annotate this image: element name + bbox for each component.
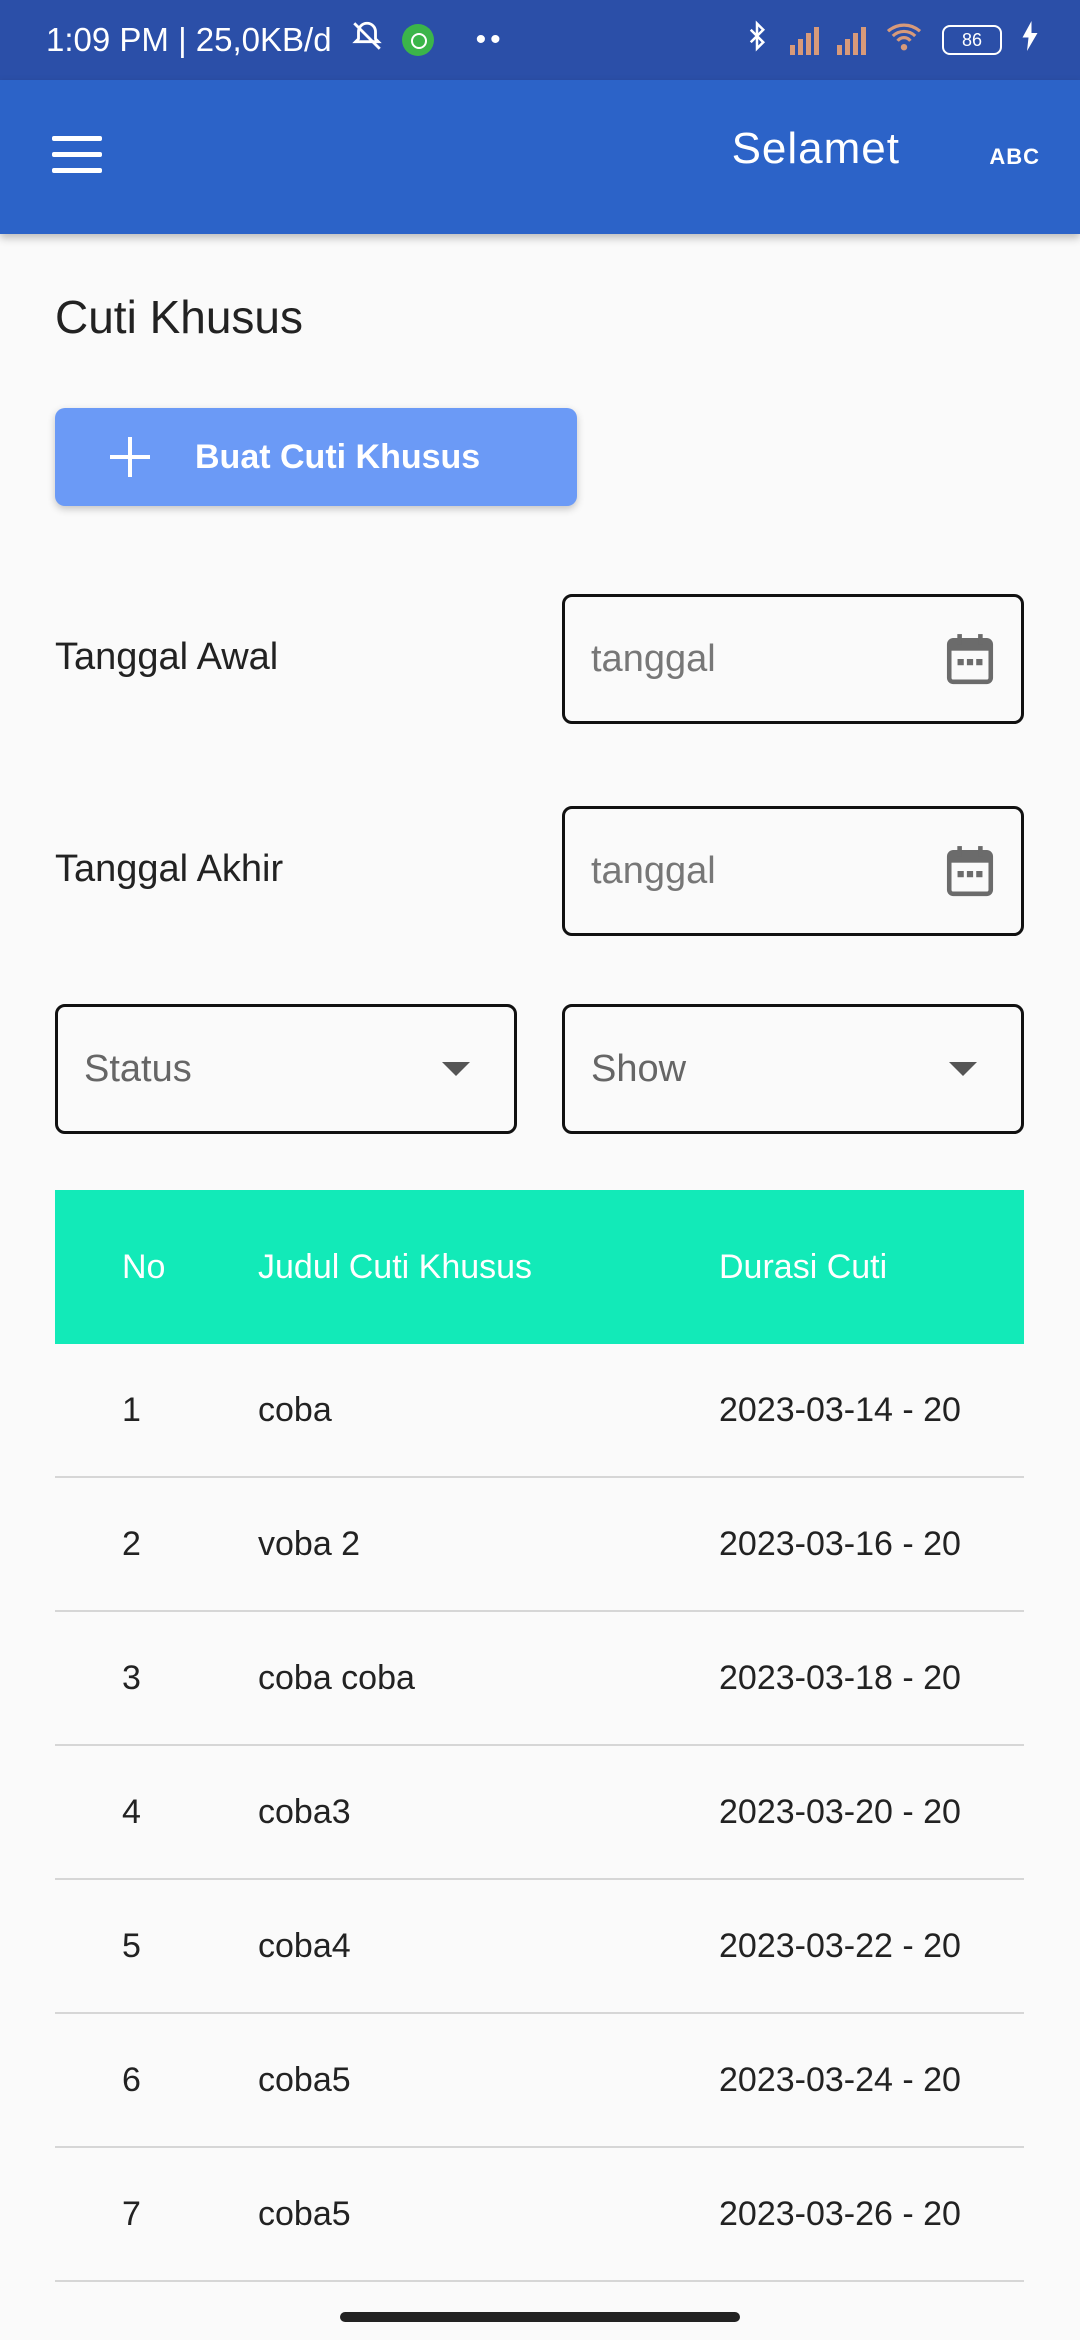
menu-icon[interactable] — [52, 136, 102, 174]
status-bar: 1:09 PM | 25,0KB/d •• 86 — [0, 0, 1080, 80]
cell-title: coba5 — [258, 2060, 351, 2099]
end-date-field[interactable]: tanggal — [562, 806, 1024, 936]
more-notifications-icon: •• — [475, 23, 505, 56]
cell-duration: 2023-03-24 - 20 — [719, 2060, 961, 2099]
header-title: Judul Cuti Khusus — [258, 1247, 533, 1286]
show-dropdown[interactable]: Show — [562, 1004, 1024, 1134]
cell-no: 7 — [122, 2194, 141, 2233]
table-row[interactable]: 5 coba4 2023-03-22 - 20 — [55, 1880, 1024, 2014]
bell-muted-icon — [350, 19, 384, 61]
cuti-table[interactable]: No Judul Cuti Khusus Durasi Cuti 1 coba … — [55, 1190, 1024, 2282]
table-row[interactable]: 7 coba5 2023-03-26 - 20 — [55, 2148, 1024, 2282]
signal-icon — [790, 25, 819, 55]
wifi-icon — [884, 20, 924, 60]
cell-duration: 2023-03-18 - 20 — [719, 1658, 961, 1697]
cell-duration: 2023-03-26 - 20 — [719, 2194, 961, 2233]
app-bar-title: Selamet — [731, 124, 900, 173]
status-left: 1:09 PM | 25,0KB/d •• — [46, 19, 505, 61]
status-time-speed: 1:09 PM | 25,0KB/d — [46, 21, 332, 58]
table-row[interactable]: 1 coba 2023-03-14 - 20 — [55, 1344, 1024, 1478]
calendar-icon[interactable] — [945, 632, 995, 686]
cell-no: 2 — [122, 1524, 141, 1563]
cell-duration: 2023-03-14 - 20 — [719, 1390, 961, 1429]
home-indicator[interactable] — [340, 2312, 740, 2322]
status-right: 86 — [742, 18, 1040, 62]
end-date-label: Tanggal Akhir — [55, 848, 284, 890]
start-date-field[interactable]: tanggal — [562, 594, 1024, 724]
start-date-placeholder: tanggal — [591, 637, 716, 680]
start-date-label: Tanggal Awal — [55, 636, 279, 678]
cell-title: coba — [258, 1390, 332, 1429]
table-row[interactable]: 3 coba coba 2023-03-18 - 20 — [55, 1612, 1024, 1746]
cell-title: coba coba — [258, 1658, 415, 1697]
cell-no: 4 — [122, 1792, 141, 1831]
battery-icon: 86 — [942, 25, 1002, 55]
status-dropdown-value: Status — [84, 1047, 192, 1090]
cell-title: coba5 — [258, 2194, 351, 2233]
charging-icon — [1020, 21, 1040, 59]
dropdown-arrow-icon — [442, 1062, 470, 1076]
cell-no: 3 — [122, 1658, 141, 1697]
show-dropdown-value: Show — [591, 1047, 687, 1090]
header-duration: Durasi Cuti — [719, 1247, 888, 1286]
app-bar-abc-label[interactable]: ABC — [989, 144, 1040, 170]
plus-icon — [110, 437, 150, 477]
header-no: No — [122, 1247, 166, 1286]
cell-title: coba3 — [258, 1792, 351, 1831]
cell-no: 1 — [122, 1390, 141, 1429]
cell-title: voba 2 — [258, 1524, 361, 1563]
status-dropdown[interactable]: Status — [55, 1004, 517, 1134]
dropdown-arrow-icon — [949, 1062, 977, 1076]
whatsapp-icon — [401, 24, 434, 56]
table-row[interactable]: 6 coba5 2023-03-24 - 20 — [55, 2014, 1024, 2148]
create-cuti-khusus-button[interactable]: Buat Cuti Khusus — [55, 408, 577, 506]
signal-2-icon — [837, 25, 866, 55]
end-date-placeholder: tanggal — [591, 849, 716, 892]
table-row[interactable]: 4 coba3 2023-03-20 - 20 — [55, 1746, 1024, 1880]
cell-no: 6 — [122, 2060, 141, 2099]
cell-duration: 2023-03-20 - 20 — [719, 1792, 961, 1831]
cell-duration: 2023-03-16 - 20 — [719, 1524, 961, 1563]
calendar-icon[interactable] — [945, 844, 995, 898]
page-title: Cuti Khusus — [55, 291, 304, 343]
bluetooth-icon — [742, 18, 772, 62]
create-button-label: Buat Cuti Khusus — [195, 437, 481, 476]
cell-no: 5 — [122, 1926, 141, 1965]
cell-duration: 2023-03-22 - 20 — [719, 1926, 961, 1965]
app-bar: Selamet ABC — [0, 80, 1080, 234]
table-row[interactable]: 2 voba 2 2023-03-16 - 20 — [55, 1478, 1024, 1612]
table-header: No Judul Cuti Khusus Durasi Cuti — [55, 1190, 1024, 1344]
cell-title: coba4 — [258, 1926, 351, 1965]
